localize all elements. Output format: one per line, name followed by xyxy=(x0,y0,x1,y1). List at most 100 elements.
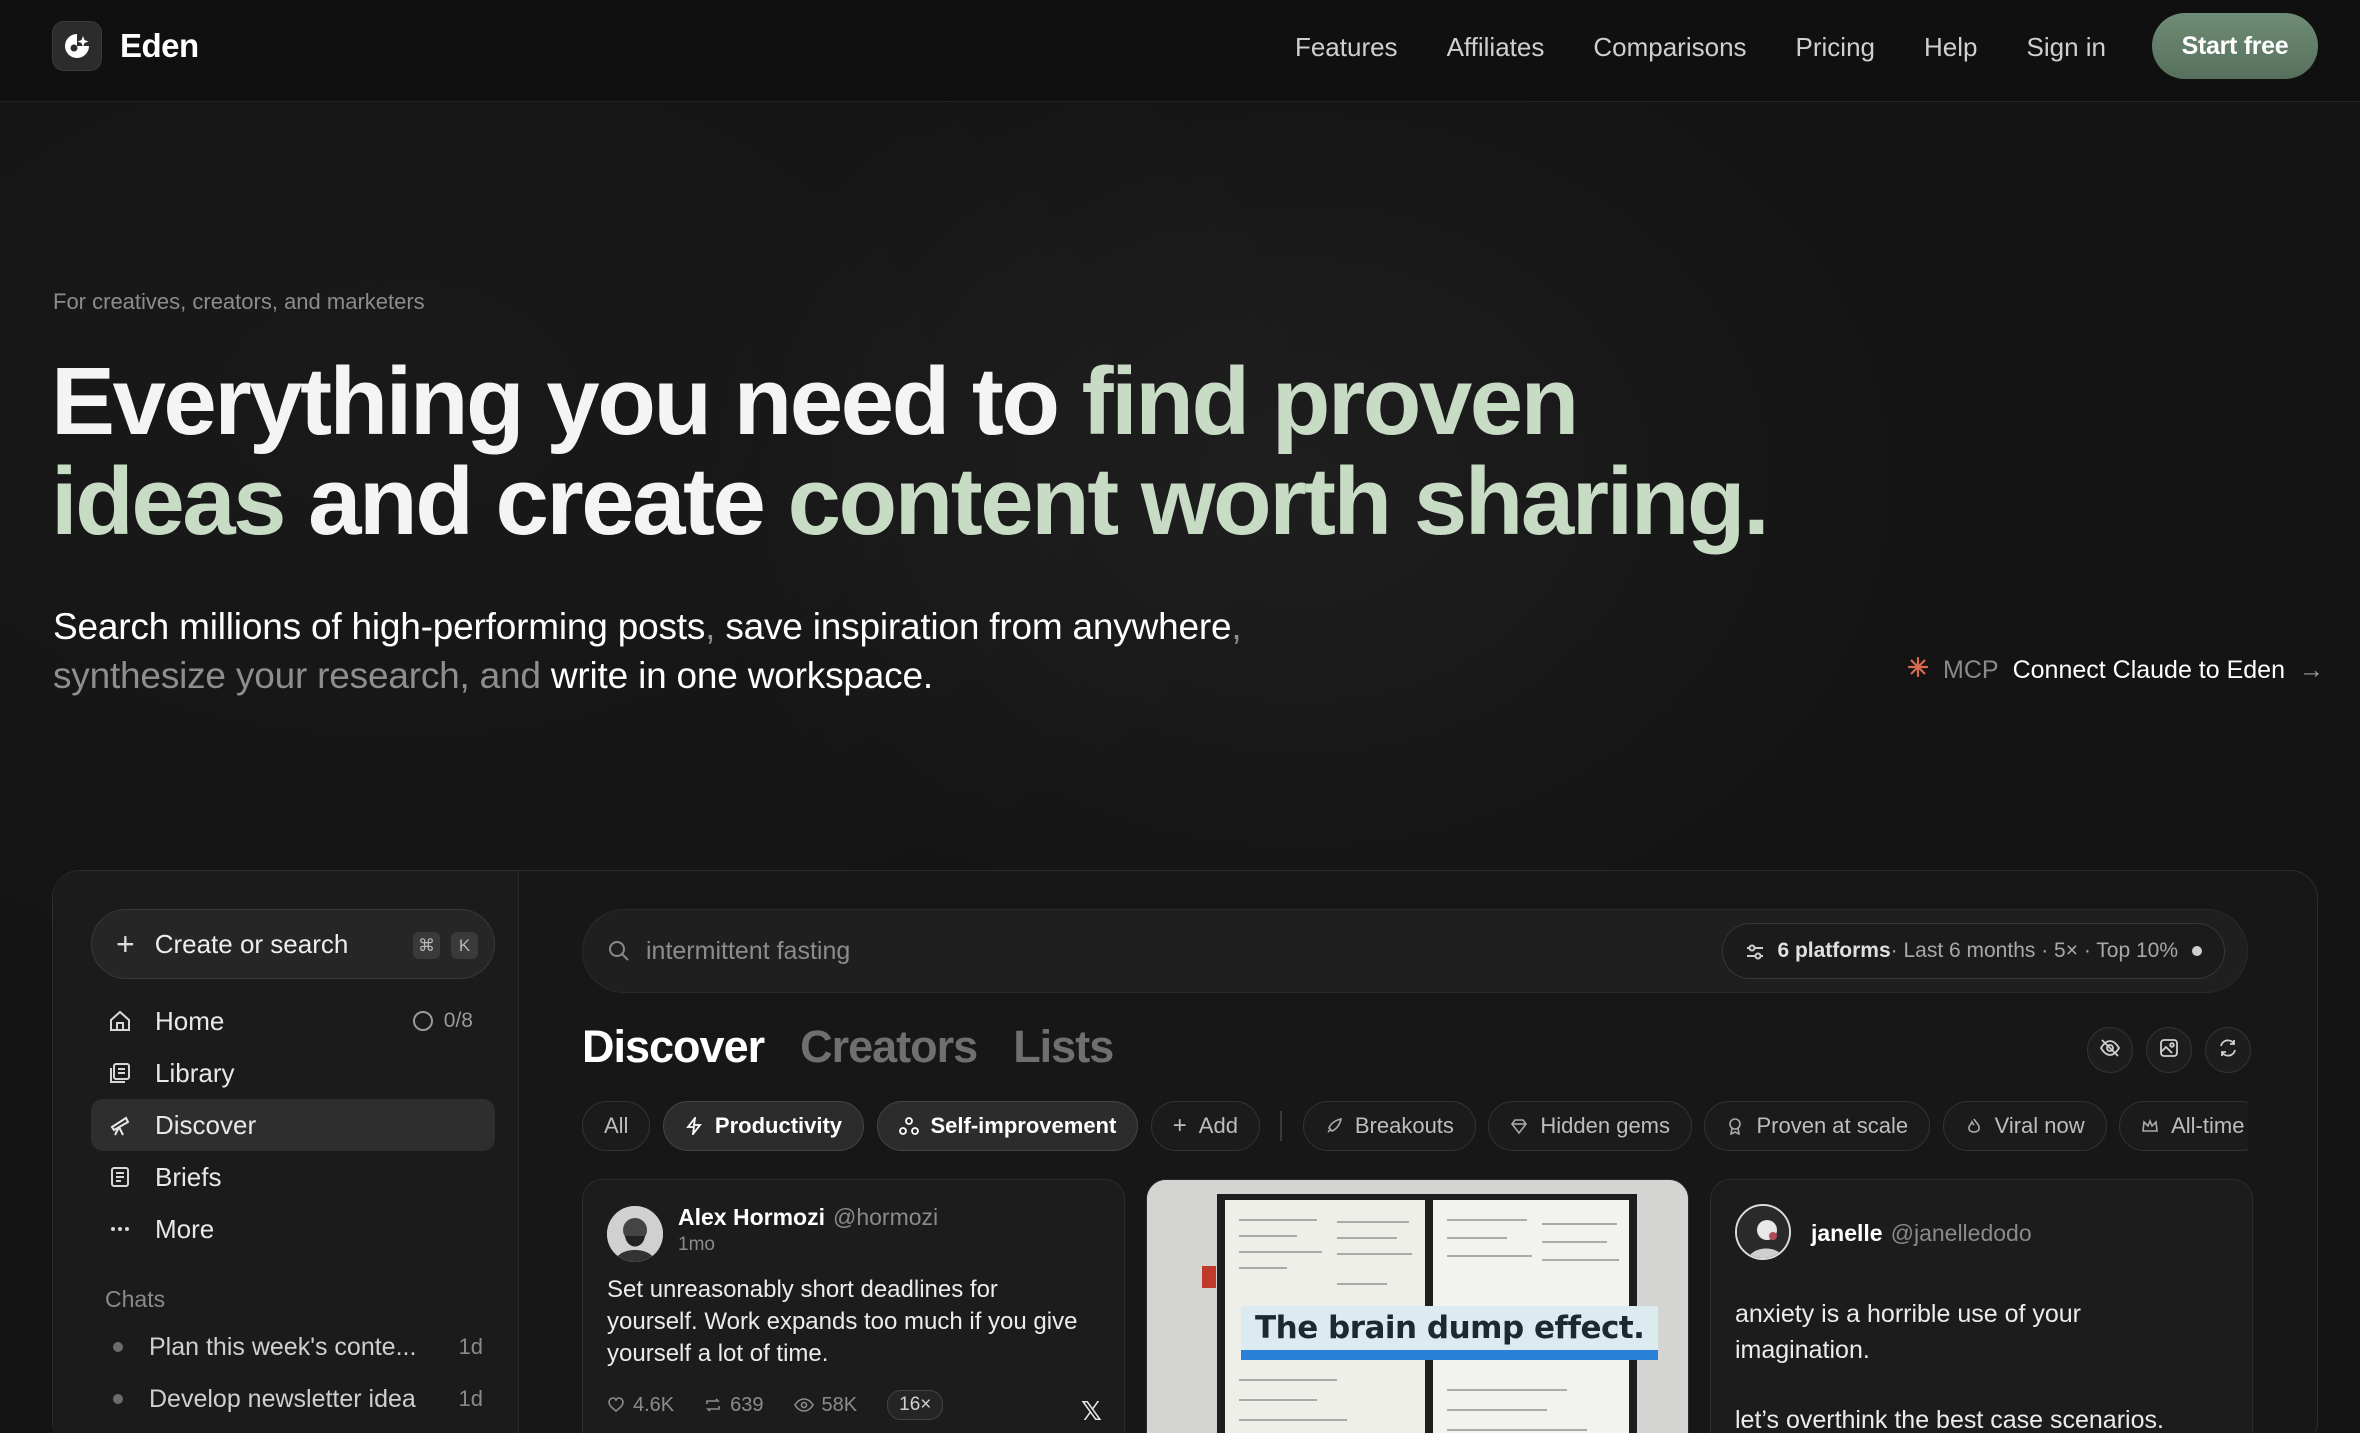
discover-tabs: Discover Creators Lists xyxy=(582,1021,1149,1073)
chip-label: All xyxy=(604,1113,629,1138)
create-or-search-button[interactable]: + Create or search ⌘ K xyxy=(91,909,495,979)
author-name: janelle xyxy=(1811,1220,1883,1246)
nav-link-comparisons[interactable]: Comparisons xyxy=(1593,30,1746,64)
bolt-icon xyxy=(685,1117,703,1135)
tab-creators[interactable]: Creators xyxy=(800,1021,978,1073)
telescope-icon xyxy=(107,1112,133,1138)
filter-active-dot-icon xyxy=(2192,946,2202,956)
post-text: let’s overthink the best case scenarios. xyxy=(1735,1406,2164,1433)
flame-icon xyxy=(1965,1117,1983,1135)
chip-all[interactable]: All xyxy=(582,1101,651,1151)
likes-stat: 4.6K xyxy=(607,1394,674,1417)
avatar xyxy=(1735,1204,1791,1260)
sidebar-item-label: Home xyxy=(155,1005,225,1036)
reposts-stat: 639 xyxy=(704,1393,764,1417)
sidebar-item-label: Briefs xyxy=(155,1161,222,1192)
sidebar-item-label: More xyxy=(155,1213,215,1244)
headline-accent-2: ideas xyxy=(51,448,286,555)
hide-seen-button[interactable] xyxy=(2087,1027,2133,1073)
crown-icon xyxy=(2141,1117,2159,1135)
sub-strong-1: Search millions of high-performing posts xyxy=(53,606,706,647)
sidebar-item-home[interactable]: Home 0/8 xyxy=(91,995,495,1047)
create-or-search-label: Create or search xyxy=(154,928,349,959)
shortcut-cmd-key: ⌘ xyxy=(413,932,440,959)
chats-section-title: Chats xyxy=(105,1286,166,1312)
eden-logo-icon xyxy=(52,21,102,71)
post-card[interactable]: Alex Hormozi @hormozi 1mo Set unreasonabl… xyxy=(582,1179,1125,1433)
library-icon xyxy=(107,1060,133,1086)
post-text: Set unreasonably short deadlines for you… xyxy=(607,1276,1078,1367)
sub-strong-2: save inspiration from anywhere xyxy=(725,606,1232,647)
sidebar-item-label: Library xyxy=(155,1057,235,1088)
filter-details: · Last 6 months · 5× · Top 10% xyxy=(1890,939,2178,962)
chip-proven-at-scale[interactable]: Proven at scale xyxy=(1704,1101,1931,1151)
chip-self-improvement[interactable]: Self-improvement xyxy=(876,1101,1139,1151)
eye-icon xyxy=(793,1398,814,1412)
views-count: 58K xyxy=(821,1393,858,1416)
search-input[interactable]: intermittent fasting xyxy=(646,937,850,966)
start-free-button[interactable]: Start free xyxy=(2152,13,2318,79)
performance-multiplier-badge: 16× xyxy=(887,1390,944,1420)
chip-label: Breakouts xyxy=(1354,1113,1454,1138)
mcp-connect-link[interactable]: MCP Connect Claude to Eden → xyxy=(1907,656,2324,685)
home-progress: 0/8 xyxy=(411,1009,473,1033)
chip-breakouts[interactable]: Breakouts xyxy=(1302,1101,1476,1151)
headline-part-2: and create xyxy=(283,448,788,555)
arrow-right-icon: → xyxy=(2299,656,2324,684)
more-icon xyxy=(107,1216,133,1242)
nav-link-features[interactable]: Features xyxy=(1295,30,1398,64)
nav-links: Features Affiliates Comparisons Pricing … xyxy=(1246,30,2106,64)
tab-lists[interactable]: Lists xyxy=(1013,1021,1114,1073)
chip-all-time[interactable]: All-time xyxy=(2119,1101,2248,1151)
nav-link-help[interactable]: Help xyxy=(1924,30,1977,64)
chat-item[interactable]: Develop newsletter idea 1d xyxy=(113,1379,483,1419)
reposts-count: 639 xyxy=(730,1393,764,1416)
eye-off-icon xyxy=(2099,1037,2121,1064)
repost-icon xyxy=(706,1398,721,1412)
media-filter-button[interactable] xyxy=(2146,1027,2192,1073)
search-bar[interactable]: intermittent fasting 6 platforms · Last … xyxy=(582,909,2248,993)
headline-accent-3: content worth sharing. xyxy=(787,448,1770,555)
hero-eyebrow: For creatives, creators, and marketers xyxy=(53,289,425,314)
sliders-icon xyxy=(1745,942,1765,968)
briefs-icon xyxy=(107,1164,133,1190)
chip-label: Add xyxy=(1198,1113,1238,1138)
chat-title: Plan this week's conte... xyxy=(149,1332,417,1361)
sidebar-item-library[interactable]: Library xyxy=(91,1047,495,1099)
progress-ring-icon xyxy=(412,1011,433,1031)
image-post-card[interactable]: The brain dump effect. xyxy=(1146,1179,1689,1433)
plus-icon: + xyxy=(1172,1112,1187,1139)
brand-name: Eden xyxy=(120,27,199,64)
chip-hidden-gems[interactable]: Hidden gems xyxy=(1488,1101,1693,1151)
mcp-tag: MCP xyxy=(1943,656,1999,684)
top-nav: Eden Features Affiliates Comparisons Pri… xyxy=(0,0,2360,102)
sidebar-item-more[interactable]: More xyxy=(91,1203,495,1255)
nav-link-pricing[interactable]: Pricing xyxy=(1796,30,1875,64)
author-handle: @janelledodo xyxy=(1890,1220,2032,1246)
chat-dot-icon xyxy=(113,1342,123,1352)
sidebar-item-discover[interactable]: Discover xyxy=(91,1099,495,1151)
chip-productivity[interactable]: Productivity xyxy=(662,1101,865,1151)
brand-logo[interactable]: Eden xyxy=(52,21,199,71)
sidebar-item-briefs[interactable]: Briefs xyxy=(91,1151,495,1203)
avatar xyxy=(607,1206,663,1262)
likes-count: 4.6K xyxy=(633,1393,675,1416)
shortcut-k-key: K xyxy=(451,932,478,959)
image-icon xyxy=(2158,1037,2180,1064)
refresh-button[interactable] xyxy=(2205,1027,2251,1073)
chip-divider xyxy=(1280,1111,1283,1141)
chat-item[interactable]: Plan this week's conte... 1d xyxy=(113,1327,483,1367)
views-stat: 58K xyxy=(793,1393,858,1417)
search-filters-button[interactable]: 6 platforms · Last 6 months · 5× · Top 1… xyxy=(1722,923,2225,979)
tab-discover[interactable]: Discover xyxy=(582,1021,765,1073)
chip-add[interactable]: + Add xyxy=(1150,1101,1260,1151)
author-handle: @hormozi xyxy=(832,1204,939,1230)
post-card[interactable]: janelle @janelledodo anxiety is a horribl… xyxy=(1710,1179,2253,1433)
sub-strong-3: write in one workspace. xyxy=(550,655,933,696)
nav-link-affiliates[interactable]: Affiliates xyxy=(1447,30,1545,64)
nav-link-sign-in[interactable]: Sign in xyxy=(2027,30,2107,64)
chip-viral-now[interactable]: Viral now xyxy=(1942,1101,2107,1151)
x-icon: 𝕏 xyxy=(1081,1396,1102,1426)
headline-accent-1: find proven xyxy=(1081,348,1580,455)
claude-starburst-icon xyxy=(1907,656,1929,685)
